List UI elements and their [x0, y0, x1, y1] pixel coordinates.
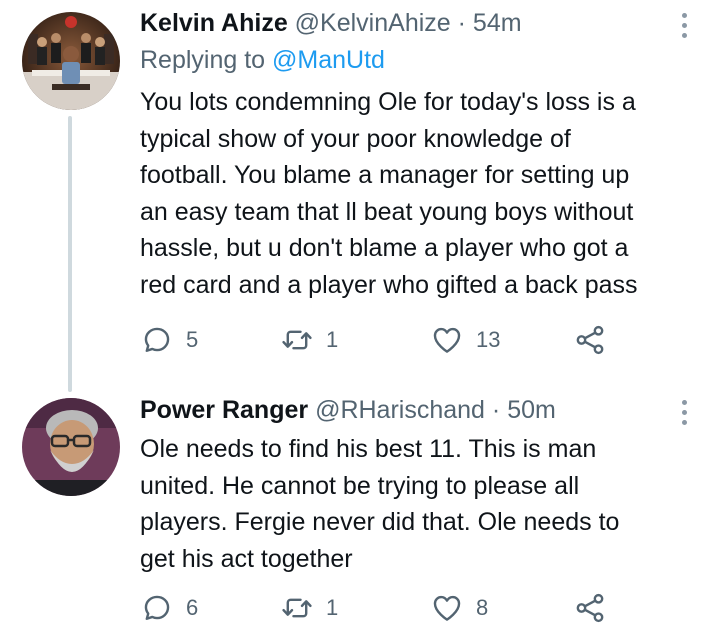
avatar[interactable] — [22, 398, 120, 496]
separator-dot: · — [457, 9, 466, 37]
like-button[interactable]: 13 — [430, 322, 500, 358]
tweet[interactable]: Kelvin Ahize @KelvinAhize · 54m Replying… — [0, 0, 720, 392]
reply-icon — [144, 595, 170, 620]
tweet-text-line: hassle, but u don't blame a player who g… — [140, 234, 629, 262]
heart-icon — [433, 595, 461, 621]
tweet-text-line: Ole needs to find his best 11. This is m… — [140, 435, 597, 463]
tweet-text-line: typical show of your poor knowledge of — [140, 124, 571, 153]
retweet-icon — [282, 330, 312, 350]
action-bar: 5 1 13 — [140, 322, 620, 358]
share-icon — [576, 593, 604, 623]
like-count: 8 — [476, 595, 489, 620]
avatar-image — [22, 12, 120, 110]
retweet-button[interactable]: 1 — [280, 590, 338, 626]
retweet-count: 1 — [326, 595, 339, 620]
reply-count: 5 — [186, 327, 199, 352]
tweet-text: You lots condemning Ole for today's loss… — [140, 84, 700, 303]
tweet-text-line: red card and a player who gifted a back … — [140, 270, 638, 299]
share-icon — [576, 325, 604, 355]
tweet-text-line: get his act together — [140, 544, 353, 573]
tweet-header: Power Ranger @RHarischand · 50m — [140, 396, 556, 425]
reply-button[interactable]: 6 — [140, 590, 198, 626]
tweet-text-line: united. He cannot be trying to please al… — [140, 471, 580, 500]
replying-prefix: Replying to — [140, 46, 266, 74]
timestamp[interactable]: 54m — [473, 9, 522, 37]
avatar[interactable] — [22, 12, 120, 110]
tweet-text-line: players. Fergie never did that. Ole need… — [140, 508, 620, 536]
retweet-count: 1 — [326, 327, 339, 352]
retweet-button[interactable]: 1 — [280, 322, 338, 358]
display-name[interactable]: Power Ranger — [140, 396, 308, 424]
tweet[interactable]: Power Ranger @RHarischand · 50m Ole need… — [0, 385, 720, 644]
display-name[interactable]: Kelvin Ahize — [140, 9, 288, 37]
user-handle[interactable]: @KelvinAhize — [295, 9, 451, 37]
retweet-icon — [282, 598, 312, 618]
more-icon[interactable] — [674, 395, 694, 429]
like-button[interactable]: 8 — [430, 590, 488, 626]
tweet-text-line: football. You blame a manager for settin… — [140, 161, 630, 189]
like-count: 13 — [476, 327, 501, 352]
tweet-text: Ole needs to find his best 11. This is m… — [140, 431, 700, 577]
heart-icon — [433, 327, 461, 353]
user-handle[interactable]: @RHarischand — [315, 396, 485, 424]
separator-dot: · — [491, 396, 501, 424]
more-icon[interactable] — [674, 8, 694, 42]
replying-to: Replying to @ManUtd — [140, 46, 385, 75]
thread-line — [68, 116, 72, 392]
share-button[interactable] — [573, 322, 607, 358]
tweet-text-line: an easy team that ll beat young boys wit… — [140, 197, 634, 226]
reply-count: 6 — [186, 595, 199, 620]
share-button[interactable] — [573, 590, 607, 626]
action-bar: 6 1 8 — [140, 590, 620, 626]
mention-link[interactable]: @ManUtd — [272, 46, 385, 74]
tweet-text-line: You lots condemning Ole for today's loss… — [140, 88, 636, 116]
reply-button[interactable]: 5 — [140, 322, 198, 358]
tweet-header: Kelvin Ahize @KelvinAhize · 54m — [140, 9, 522, 38]
avatar-image — [22, 398, 120, 496]
reply-icon — [144, 327, 170, 352]
timestamp[interactable]: 50m — [507, 396, 556, 424]
